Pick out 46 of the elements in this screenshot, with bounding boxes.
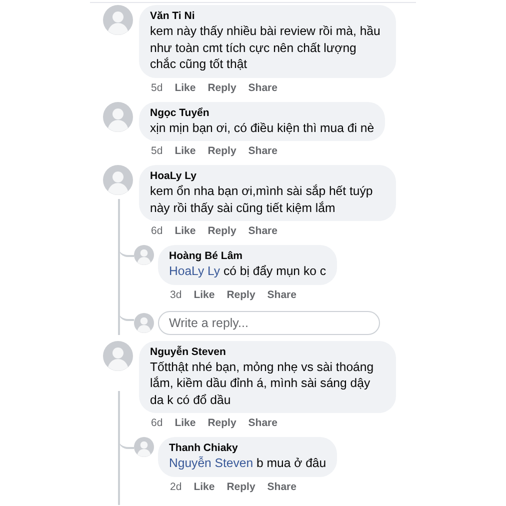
avatar[interactable] (103, 340, 133, 370)
commenter-name[interactable]: Ngọc Tuyển (150, 106, 374, 120)
action-link[interactable]: Share (267, 480, 296, 494)
comment-text: HoaLy Ly có bị đẩy mụn ko c (169, 263, 326, 280)
avatar[interactable] (134, 312, 154, 332)
timestamp: 2d (170, 480, 182, 494)
action-link[interactable]: Share (267, 288, 296, 302)
action-link[interactable]: Share (248, 145, 278, 158)
comment-text: xịn mịn bạn ơi, có điều kiện thì mua đi nè (150, 120, 374, 136)
action-link[interactable]: Like (174, 145, 196, 158)
action-link[interactable]: Share (248, 82, 278, 94)
action-link[interactable]: Reply (208, 82, 236, 94)
action-link[interactable]: Share (248, 225, 278, 238)
comment-text: Nguyễn Steven b mua ở đâu (169, 455, 326, 472)
action-link[interactable]: Reply (226, 480, 256, 494)
action-link[interactable]: Reply (208, 417, 236, 430)
commenter-name[interactable]: Hoàng Bé Lâm (169, 250, 326, 263)
reply-field[interactable]: Write a reply... (158, 310, 380, 334)
comment-text: Tốtthật nhé bạn, mỏng nhẹ vs sài thoáng lắm, kiềm dầu đỉnh á, mình sài sáng dậy da k có đổ dầu (150, 358, 375, 408)
action-link[interactable]: Like (174, 82, 196, 94)
action-link[interactable]: Like (194, 288, 215, 302)
timestamp: 6d (151, 225, 163, 238)
action-link[interactable]: Like (174, 417, 196, 430)
avatar[interactable] (134, 245, 154, 265)
action-link[interactable]: Share (248, 417, 278, 430)
timestamp: 5d (151, 145, 163, 158)
commenter-name[interactable]: Nguyễn Steven (150, 346, 385, 358)
avatar[interactable] (134, 437, 154, 457)
comment-text: kem ổn nha bạn ơi,mình sài sắp hết tuýp này rồi thấy sài cũng tiết kiệm lắm (150, 183, 374, 216)
action-link[interactable]: Reply (208, 145, 236, 158)
commenter-name[interactable]: HoaLy Ly (150, 170, 385, 183)
action-link[interactable]: Reply (208, 225, 236, 238)
timestamp: 6d (151, 417, 163, 430)
action-link[interactable]: Reply (226, 288, 256, 302)
timestamp: 5d (151, 82, 163, 94)
avatar[interactable] (103, 102, 133, 132)
avatar[interactable] (103, 5, 133, 35)
comment-text: kem này thấy nhiều bài review rồi mà, hầu như toàn cmt tích cực nên chất lượng chắc cũng tốt thật (150, 23, 382, 72)
mention-link[interactable]: HoaLy Ly (169, 264, 220, 278)
action-link[interactable]: Like (194, 480, 215, 494)
avatar[interactable] (103, 165, 133, 195)
commenter-name[interactable]: Thanh Chiaky (169, 442, 326, 455)
commenter-name[interactable]: Văn Ti Ni (150, 10, 385, 23)
mention-link[interactable]: Nguyễn Steven (169, 456, 254, 470)
action-link[interactable]: Like (174, 225, 196, 238)
timestamp: 3d (170, 288, 182, 302)
